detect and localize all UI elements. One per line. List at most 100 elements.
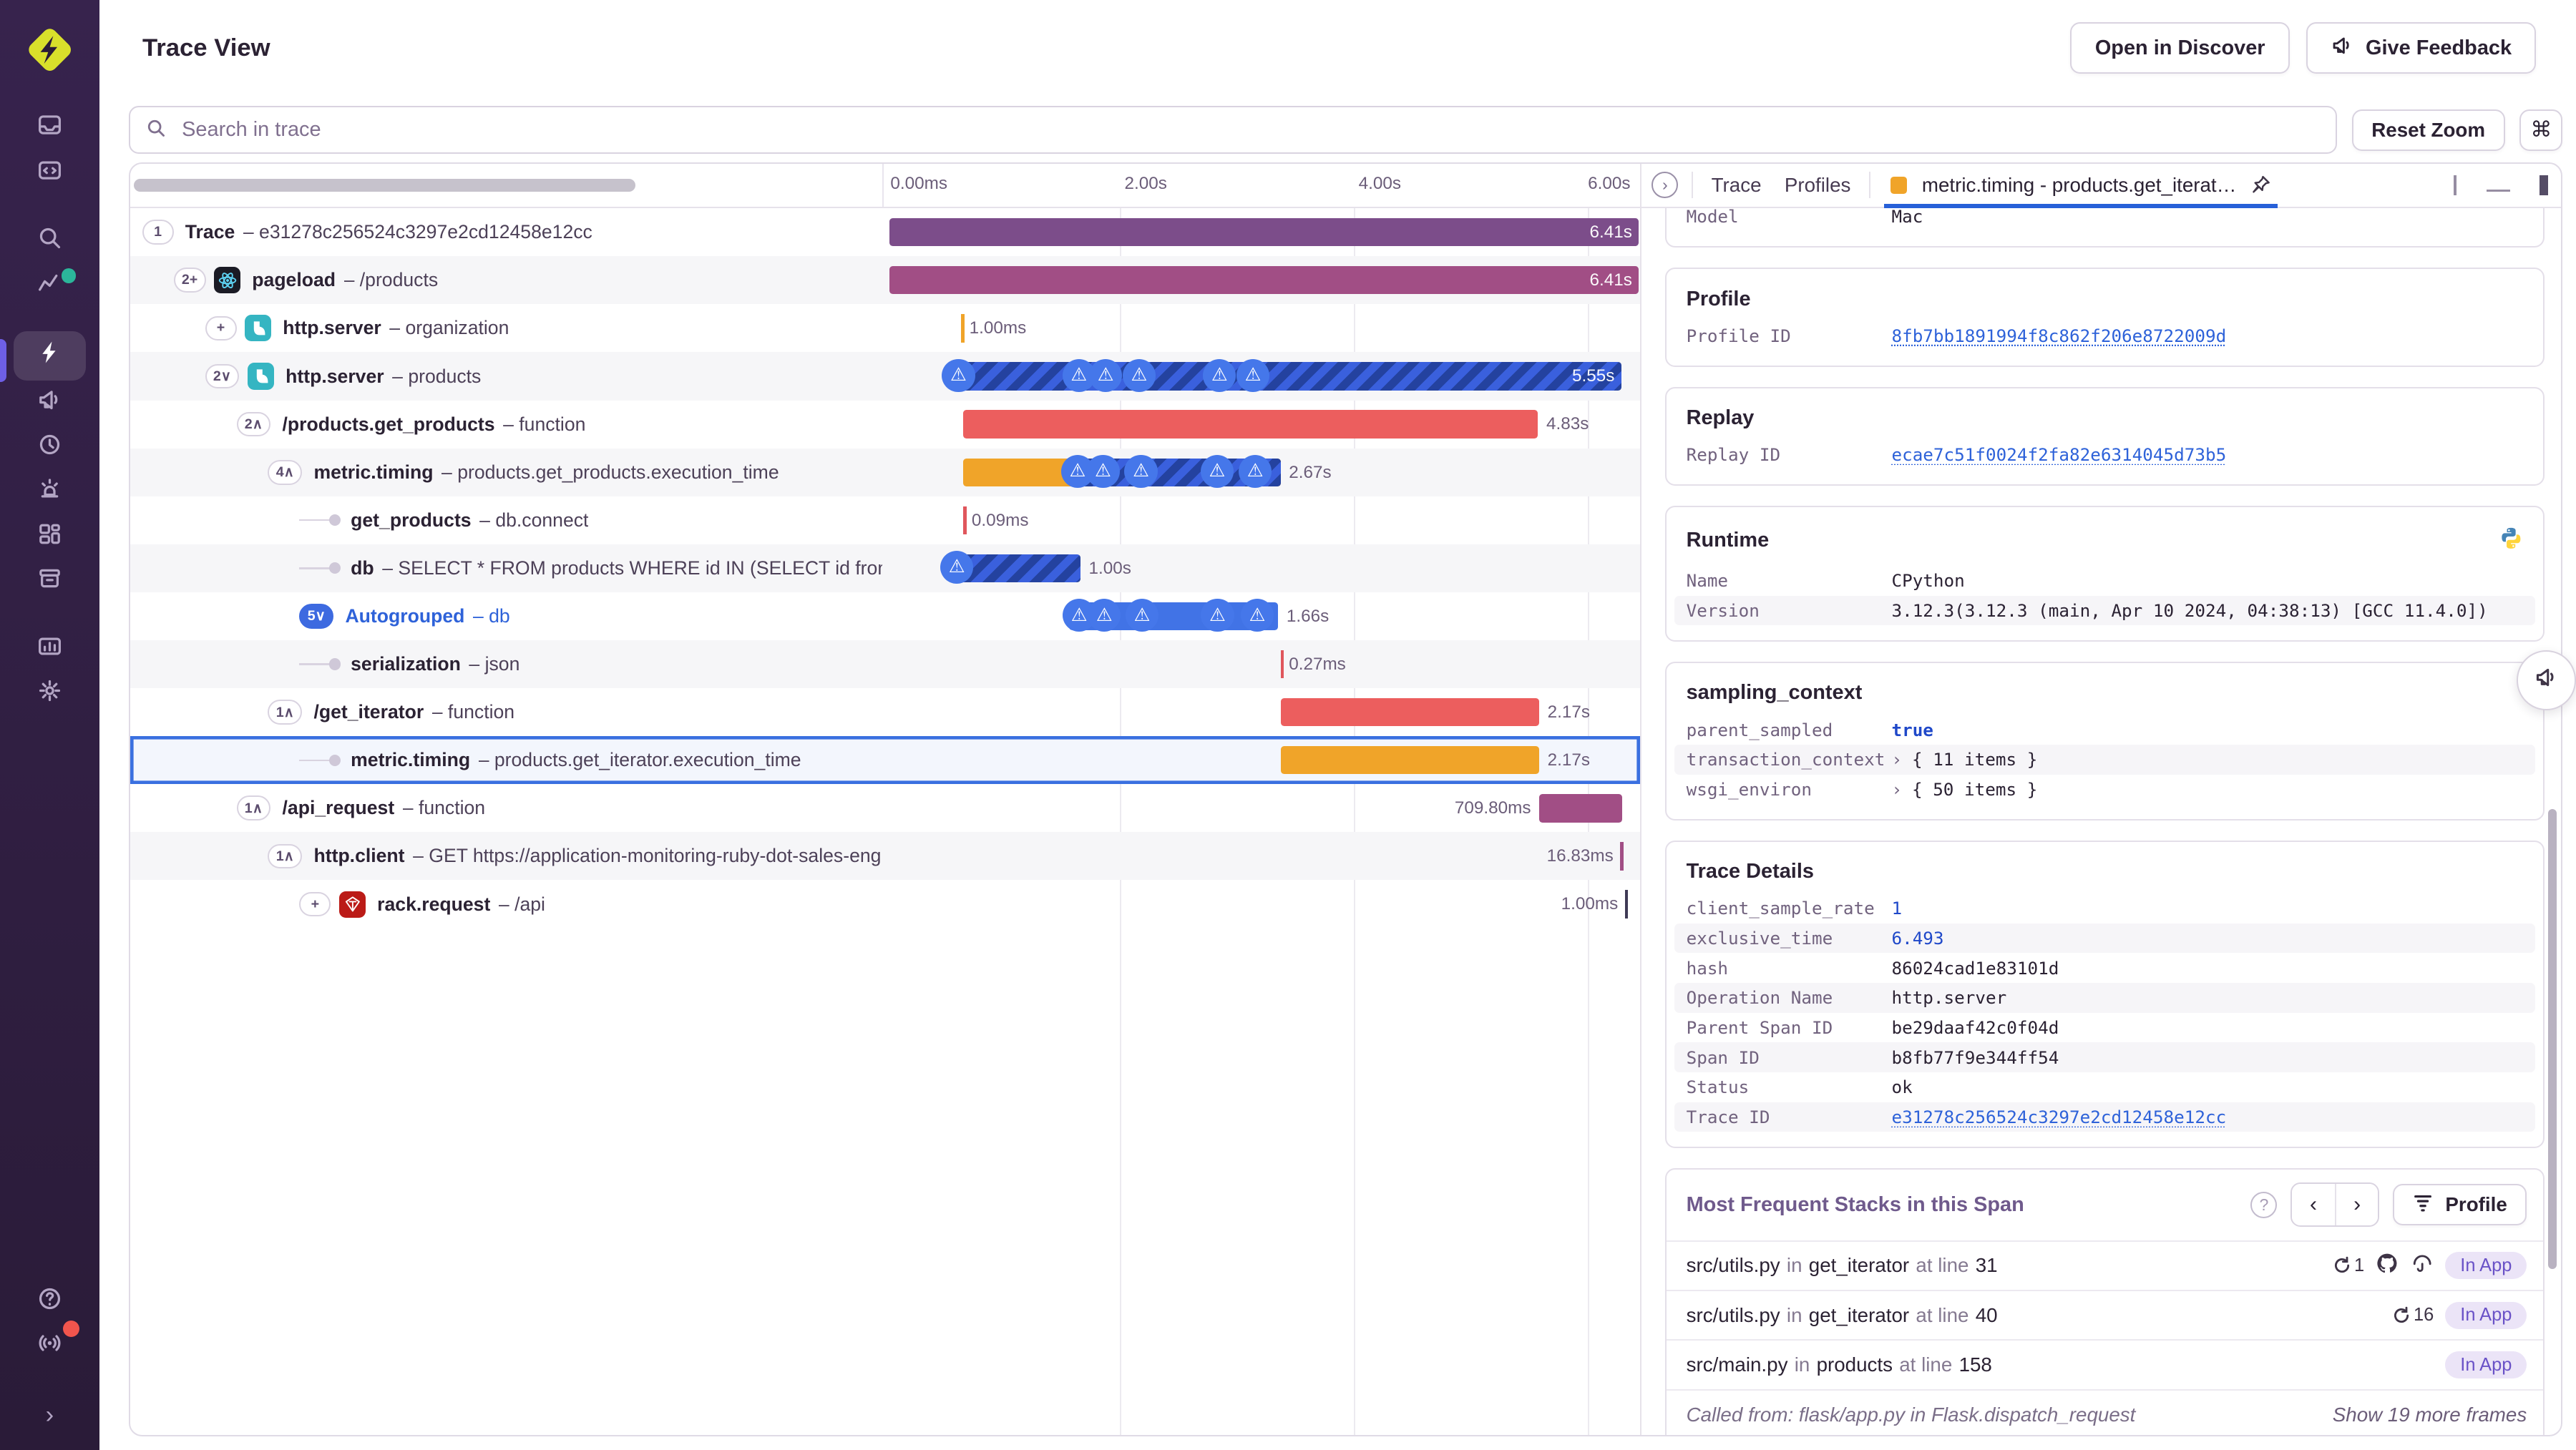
- span-children-chip[interactable]: 1: [142, 220, 174, 245]
- span-row[interactable]: + rack.request – /api 1.00ms: [130, 880, 1640, 928]
- span-bar-cell[interactable]: 1.00ms: [884, 880, 1639, 928]
- span-duration-bar[interactable]: [963, 410, 1538, 439]
- expand-chevron-icon[interactable]: ›: [1891, 749, 1902, 770]
- tab-active-span[interactable]: metric.timing - products.get_iterat…: [1883, 164, 2278, 209]
- stack-frame-row[interactable]: src/utils.py in get_iterator at line 31 1 In A…: [1666, 1240, 2544, 1290]
- horizontal-scrollbar[interactable]: [134, 178, 636, 192]
- span-children-chip[interactable]: 1∧: [236, 795, 271, 821]
- span-bar-cell[interactable]: ⚠ ⚠ ⚠ ⚠ ⚠ ⚠ 5.55s: [884, 352, 1639, 400]
- span-row[interactable]: 1∧ /api_request – function 709.80ms: [130, 784, 1640, 832]
- span-duration-bar[interactable]: [1280, 746, 1540, 775]
- expand-chevron-icon[interactable]: ›: [1891, 779, 1902, 800]
- span-row[interactable]: 1 Trace – e31278c256524c3297e2cd12458e12cc…: [130, 208, 1640, 256]
- open-in-discover-button[interactable]: Open in Discover: [2070, 22, 2290, 74]
- value-text[interactable]: 8fb7bb1891994f8c862f206e8722009d: [1891, 325, 2226, 346]
- span-instant-tick[interactable]: [961, 314, 965, 343]
- show-more-frames-link[interactable]: Show 19 more frames: [2333, 1404, 2527, 1426]
- vertical-scrollbar[interactable]: [2547, 809, 2557, 1270]
- span-duration-bar[interactable]: [1539, 794, 1623, 823]
- span-children-chip[interactable]: 5∨: [299, 604, 334, 629]
- value-text[interactable]: ecae7c51f0024f2fa82e6314045d73b5: [1891, 444, 2226, 465]
- span-bar-cell[interactable]: 0.27ms: [884, 640, 1639, 688]
- reset-zoom-button[interactable]: Reset Zoom: [2351, 109, 2505, 151]
- span-bar-cell[interactable]: ⚠ 1.00s: [884, 544, 1639, 592]
- shortcut-key-button[interactable]: ⌘: [2519, 109, 2563, 151]
- span-duration-bar[interactable]: ⚠ ⚠ ⚠ ⚠ ⚠: [1063, 599, 1279, 632]
- sidebar-item-dashboards[interactable]: [14, 514, 87, 559]
- sidebar-item-collapse-sidebar[interactable]: ›: [14, 1392, 87, 1436]
- layout-right-icon[interactable]: [2525, 175, 2548, 195]
- span-row[interactable]: 2∧ /products.get_products – function 4.83s: [130, 401, 1640, 449]
- span-bar-cell[interactable]: 2.17s: [884, 736, 1639, 784]
- span-instant-tick[interactable]: [1619, 842, 1624, 871]
- layout-left-icon[interactable]: [2449, 175, 2472, 195]
- span-row[interactable]: serialization – json 0.27ms: [130, 640, 1641, 689]
- span-duration-bar[interactable]: ⚠ ⚠ ⚠ ⚠ ⚠ ⚠ 5.55s: [942, 358, 1621, 392]
- sidebar-item-feedback[interactable]: [14, 381, 87, 425]
- span-children-chip[interactable]: 2∨: [205, 363, 240, 389]
- span-children-chip[interactable]: 4∧: [268, 459, 303, 485]
- span-bar-cell[interactable]: ⚠ ⚠ ⚠ ⚠ ⚠ 2.67s: [884, 449, 1639, 496]
- span-duration-bar[interactable]: [1280, 697, 1540, 727]
- sidebar-item-issues[interactable]: [14, 106, 87, 150]
- span-bar-cell[interactable]: 16.83ms: [884, 832, 1639, 880]
- span-children-chip[interactable]: 2∧: [236, 411, 271, 437]
- search-input[interactable]: [178, 116, 2321, 144]
- span-bar-cell[interactable]: 1.00ms: [884, 304, 1639, 352]
- tab-trace[interactable]: Trace: [1707, 174, 1767, 197]
- span-bar-cell[interactable]: 2.17s: [884, 688, 1639, 736]
- span-row[interactable]: 5∨ Autogrouped – db ⚠ ⚠ ⚠ ⚠ ⚠ 1.66s: [130, 592, 1640, 640]
- span-bar-cell[interactable]: 4.83s: [884, 401, 1639, 449]
- sidebar-item-replays[interactable]: [14, 425, 87, 469]
- span-children-chip[interactable]: +: [299, 891, 331, 917]
- span-row-selected[interactable]: metric.timing – products.get_iterator.exe…: [130, 736, 1641, 785]
- collapse-panel-icon[interactable]: ›: [1652, 172, 1679, 199]
- span-row[interactable]: 1∧ http.client – GET https://application-m…: [130, 832, 1641, 881]
- github-icon[interactable]: [2376, 1252, 2399, 1280]
- tab-profiles[interactable]: Profiles: [1780, 174, 1855, 197]
- span-duration-bar[interactable]: ⚠ ⚠ ⚠ ⚠ ⚠: [963, 454, 1281, 489]
- sidebar-item-alerts[interactable]: [14, 470, 87, 514]
- span-instant-tick[interactable]: [1624, 890, 1629, 919]
- sidebar-item-help[interactable]: [14, 1279, 87, 1323]
- span-bar-cell[interactable]: 6.41s: [884, 208, 1639, 256]
- pin-icon[interactable]: [2251, 170, 2271, 200]
- refresh-count[interactable]: 1: [2331, 1255, 2364, 1276]
- span-children-chip[interactable]: 2+: [173, 268, 206, 293]
- prev-stack-button[interactable]: ‹: [2291, 1184, 2336, 1226]
- span-instant-tick[interactable]: [963, 506, 967, 534]
- codecov-icon[interactable]: [2411, 1252, 2434, 1280]
- span-row[interactable]: + http.server – organization 1.00ms: [130, 304, 1640, 352]
- span-row[interactable]: db – SELECT * FROM products WHERE id IN (…: [130, 544, 1641, 592]
- value-text[interactable]: e31278c256524c3297e2cd12458e12cc: [1891, 1107, 2226, 1127]
- help-icon[interactable]: ?: [2250, 1191, 2278, 1218]
- span-bar-cell[interactable]: ⚠ ⚠ ⚠ ⚠ ⚠ 1.66s: [884, 592, 1639, 640]
- sidebar-item-explore[interactable]: [14, 218, 87, 263]
- give-feedback-button[interactable]: Give Feedback: [2306, 22, 2537, 74]
- span-duration-bar[interactable]: ⚠: [940, 551, 1080, 584]
- profile-button[interactable]: Profile: [2392, 1184, 2527, 1226]
- sidebar-item-releases[interactable]: [14, 559, 87, 604]
- search-in-trace-box[interactable]: [129, 106, 2337, 155]
- span-row[interactable]: 1∧ /get_iterator – function 2.17s: [130, 688, 1640, 736]
- sidebar-item-performance[interactable]: [13, 330, 87, 381]
- span-duration-bar[interactable]: 6.41s: [889, 218, 1639, 247]
- stack-frame-row[interactable]: src/utils.py in get_iterator at line 40 16 In …: [1666, 1290, 2544, 1339]
- span-bar-cell[interactable]: 709.80ms: [884, 784, 1639, 832]
- span-row[interactable]: 2+ pageload – /products 6.41s: [130, 256, 1641, 305]
- sidebar-item-stats[interactable]: [14, 627, 87, 672]
- layout-bottom-icon[interactable]: [2487, 175, 2510, 195]
- refresh-count[interactable]: 16: [2391, 1305, 2434, 1326]
- span-children-chip[interactable]: 1∧: [268, 843, 303, 869]
- span-duration-bar[interactable]: 6.41s: [889, 266, 1639, 295]
- span-bar-cell[interactable]: 6.41s: [884, 256, 1639, 304]
- span-instant-tick[interactable]: [1280, 650, 1284, 679]
- span-bar-cell[interactable]: 0.09ms: [884, 496, 1639, 544]
- span-children-chip[interactable]: +: [205, 315, 237, 341]
- stack-frame-row[interactable]: src/main.py in products at line 158 In App: [1666, 1339, 2544, 1388]
- span-row[interactable]: get_products – db.connect 0.09ms: [130, 496, 1640, 544]
- span-children-chip[interactable]: 1∧: [268, 700, 303, 725]
- sidebar-item-settings[interactable]: [14, 672, 87, 716]
- span-row[interactable]: 2∨ http.server – products ⚠ ⚠ ⚠ ⚠ ⚠ ⚠ 5.55s: [130, 352, 1641, 401]
- span-row[interactable]: 4∧ metric.timing – products.get_products.e…: [130, 448, 1641, 496]
